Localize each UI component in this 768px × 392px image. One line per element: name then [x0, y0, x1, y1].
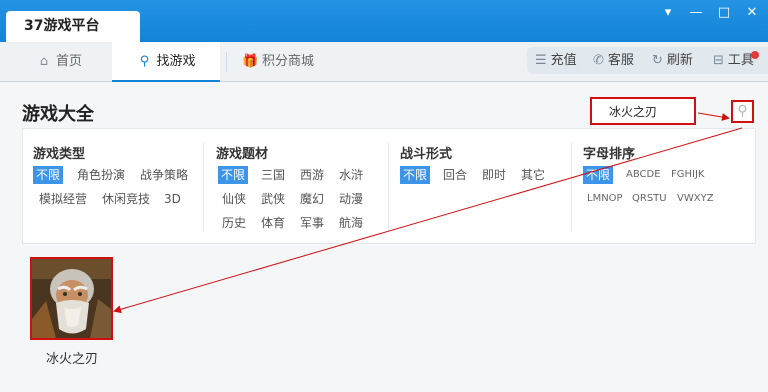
tab-points-mall[interactable]: 🎁 积分商城 [242, 42, 314, 82]
minimize-icon[interactable]: — [686, 4, 706, 22]
filter-alpha-heading: 字母排序 [583, 147, 636, 162]
home-icon: ⌂ [39, 54, 49, 69]
filter-theme-option[interactable]: 航海 [336, 214, 366, 232]
game-thumbnail[interactable] [30, 257, 113, 340]
filter-theme-option[interactable]: 三国 [258, 166, 288, 184]
filter-combat-heading: 战斗形式 [400, 147, 453, 162]
filter-combat-option[interactable]: 回合 [440, 166, 470, 184]
filter-theme-option[interactable]: 魔幻 [297, 190, 327, 208]
refresh-icon: ↻ [652, 53, 663, 68]
filter-type-option[interactable]: 战争策略 [137, 166, 191, 184]
search-icon: ⚲ [139, 54, 150, 69]
magnifier-icon: ⚲ [737, 103, 748, 119]
refresh-label: 刷新 [666, 53, 693, 68]
filter-panel: 游戏类型 不限 角色扮演 战争策略 模拟经营 休闲竞技 3D 游戏题材 不限 三… [22, 128, 756, 244]
filter-alpha-option[interactable]: QRSTU [629, 190, 670, 208]
support-label: 客服 [607, 53, 634, 68]
old-warrior-portrait-icon [32, 259, 111, 338]
toolbar: ☰ 充值 ✆ 客服 ↻ 刷新 ⊟ 工具 [527, 47, 768, 74]
filter-theme-option[interactable]: 体育 [258, 214, 288, 232]
tools-button[interactable]: ⊟ 工具 [713, 47, 754, 74]
filter-theme-option[interactable]: 武侠 [258, 190, 288, 208]
tab-points-mall-label: 积分商城 [262, 54, 315, 69]
filter-alpha-option[interactable]: LMNOP [584, 190, 626, 208]
tab-find-games-label: 找游戏 [156, 54, 196, 69]
tab-home[interactable]: ⌂ 首页 [36, 42, 82, 82]
filter-alpha-option[interactable]: VWXYZ [674, 190, 717, 208]
recharge-button[interactable]: ☰ 充值 [535, 47, 577, 74]
filter-theme-option[interactable]: 不限 [218, 166, 249, 184]
filter-type-option[interactable]: 3D [161, 190, 184, 208]
notification-dot [751, 51, 759, 59]
filter-type-option[interactable]: 休闲竞技 [99, 190, 153, 208]
app-title: 37游戏平台 [6, 11, 140, 42]
filter-combat-option[interactable]: 其它 [518, 166, 548, 184]
tab-find-games[interactable]: ⚲ 找游戏 [112, 42, 220, 82]
filter-theme-option[interactable]: 西游 [297, 166, 327, 184]
filter-theme-group: 游戏题材 不限 三国 西游 水浒 仙侠 武侠 魔幻 动漫 历史 体育 军事 航海 [206, 129, 386, 245]
filter-theme-option[interactable]: 水浒 [336, 166, 366, 184]
search-input[interactable] [609, 103, 695, 120]
coin-stack-icon: ☰ [535, 53, 547, 68]
filter-type-option[interactable]: 不限 [33, 166, 64, 184]
filter-theme-option[interactable]: 历史 [219, 214, 249, 232]
annotation-arrow [697, 112, 730, 121]
filter-combat-option[interactable]: 即时 [479, 166, 509, 184]
maximize-icon[interactable]: □ [714, 4, 734, 22]
close-icon[interactable]: ✕ [742, 4, 762, 22]
filter-theme-heading: 游戏题材 [216, 147, 269, 162]
menu-dropdown-icon[interactable]: ▾ [658, 4, 678, 22]
filter-type-heading: 游戏类型 [33, 147, 86, 162]
phone-icon: ✆ [593, 53, 604, 68]
support-button[interactable]: ✆ 客服 [593, 47, 634, 74]
filter-type-option[interactable]: 模拟经营 [36, 190, 90, 208]
filter-type-group: 游戏类型 不限 角色扮演 战争策略 模拟经营 休闲竞技 3D [23, 129, 203, 245]
filter-type-option[interactable]: 角色扮演 [74, 166, 128, 184]
tab-home-label: 首页 [56, 54, 83, 69]
refresh-button[interactable]: ↻ 刷新 [652, 47, 693, 74]
filter-alpha-option[interactable]: FGHIJK [668, 166, 707, 184]
nav-divider [226, 52, 227, 72]
gift-icon: 🎁 [242, 54, 259, 69]
filter-divider [571, 143, 572, 231]
filter-combat-group: 战斗形式 不限 回合 即时 其它 [390, 129, 570, 245]
search-button[interactable]: ⚲ [731, 100, 754, 123]
filter-alpha-group: 字母排序 不限 ABCDE FGHIJK LMNOP QRSTU VWXYZ [573, 129, 757, 245]
title-bar: 37游戏平台 ▾ — □ ✕ [0, 0, 768, 42]
filter-divider [388, 143, 389, 231]
game-title[interactable]: 冰火之刃 [32, 348, 112, 367]
filter-theme-option[interactable]: 仙侠 [219, 190, 249, 208]
filter-alpha-option[interactable]: 不限 [583, 166, 614, 184]
filter-theme-option[interactable]: 动漫 [336, 190, 366, 208]
filter-theme-option[interactable]: 军事 [297, 214, 327, 232]
toolbox-icon: ⊟ [713, 53, 724, 68]
filter-divider [203, 143, 204, 231]
filter-alpha-option[interactable]: ABCDE [623, 166, 664, 184]
filter-combat-option[interactable]: 不限 [400, 166, 431, 184]
recharge-label: 充值 [550, 53, 577, 68]
search-box [590, 97, 696, 125]
page-title: 游戏大全 [22, 104, 94, 125]
